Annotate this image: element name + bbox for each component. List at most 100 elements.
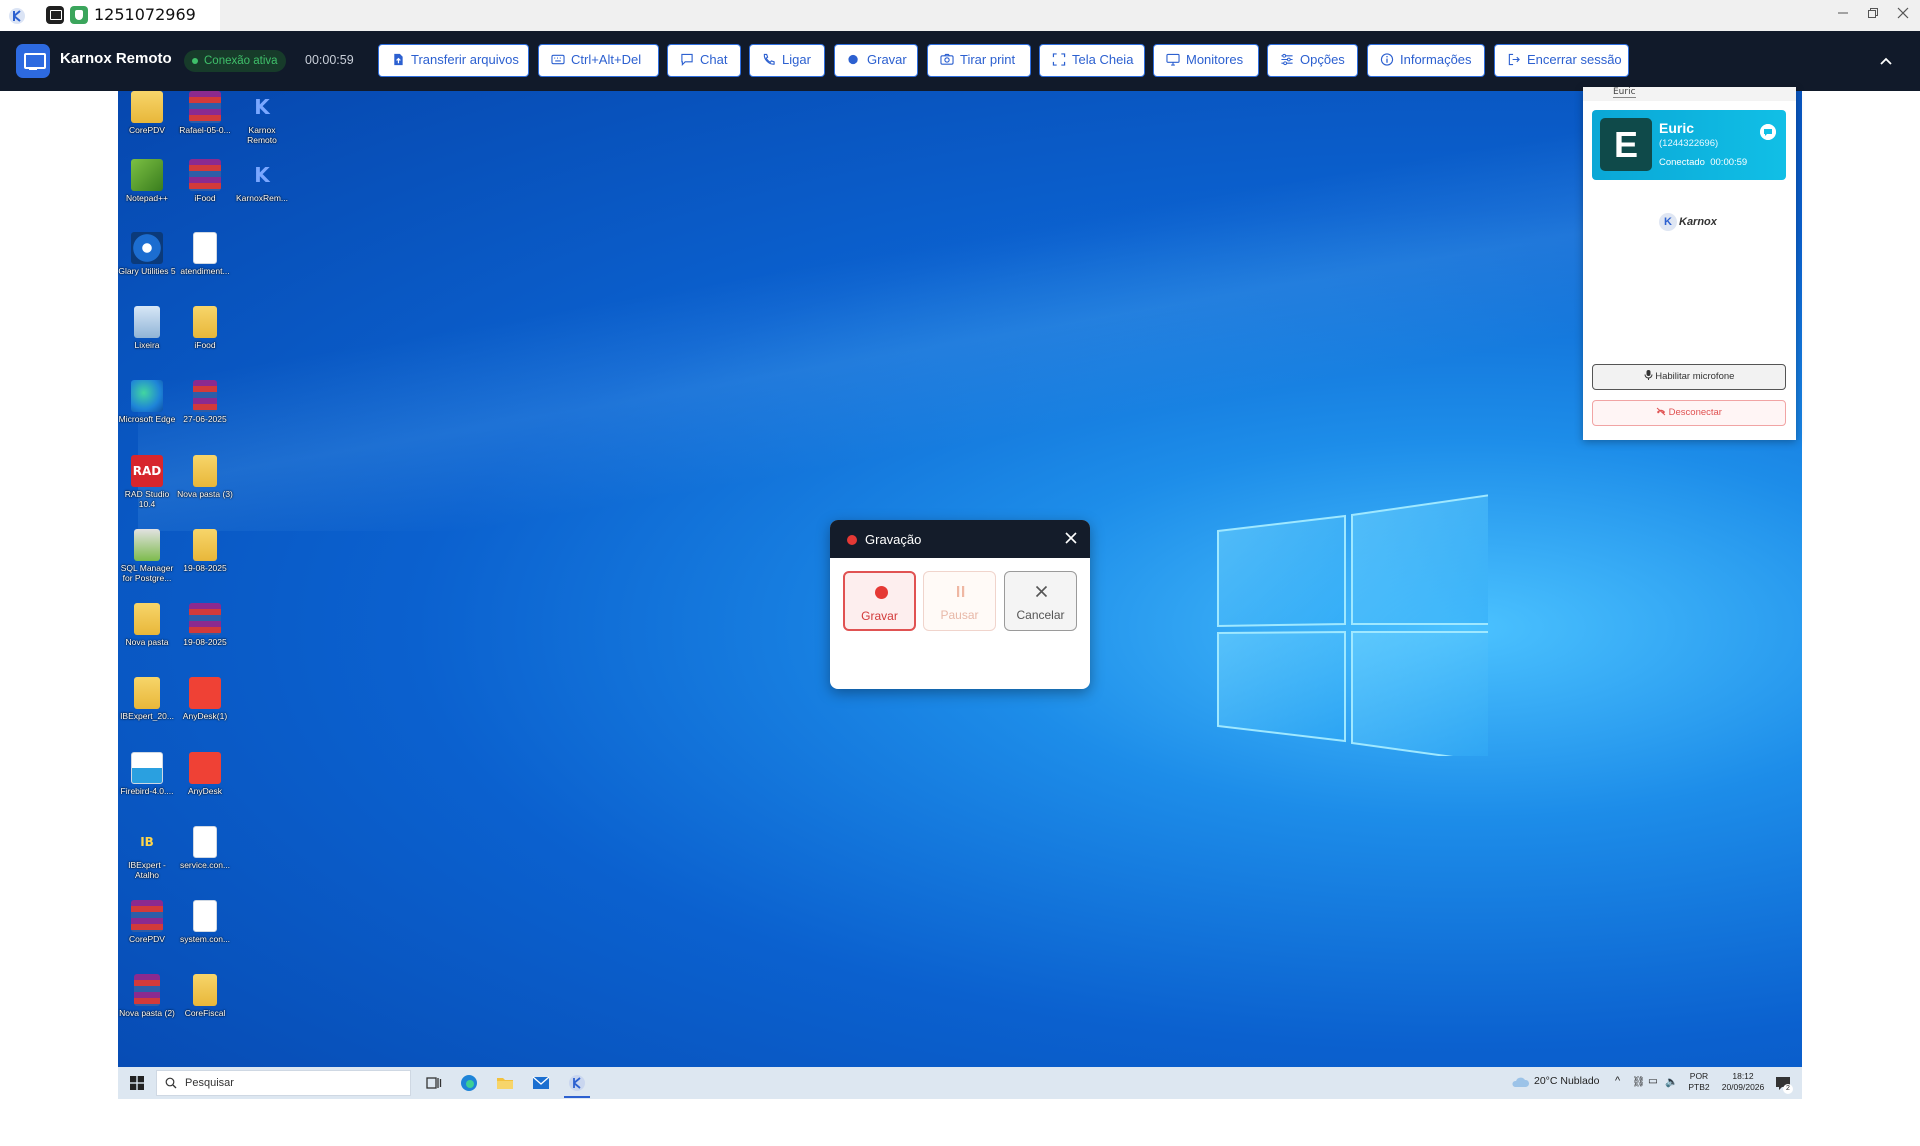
desktop-icon-edge[interactable]: Microsoft Edge <box>118 380 176 424</box>
desktop-icon-service-con[interactable]: service.con... <box>176 826 234 870</box>
file-explorer-icon[interactable] <box>494 1072 516 1094</box>
language-indicator[interactable]: POR PTB2 <box>1684 1071 1714 1093</box>
options-button[interactable]: Opções <box>1267 44 1358 77</box>
cancel-recording-label: Cancelar <box>1016 608 1065 622</box>
desktop-icon-system-con[interactable]: system.con... <box>176 900 234 944</box>
desktop-icon-ifood-folder[interactable]: iFood <box>176 306 234 350</box>
user-status: Conectado 00:00:59 <box>1659 157 1747 168</box>
user-card: E Euric (1244322696) Conectado 00:00:59 <box>1592 110 1786 180</box>
volume-tray-icon[interactable]: 🔈 <box>1665 1075 1678 1088</box>
close-window-button[interactable] <box>1888 0 1918 31</box>
desktop-icon-karnoxrem[interactable]: K KarnoxRem... <box>233 159 291 203</box>
desktop-icon-ibexpert-atalho[interactable]: IB IBExpert - Atalho <box>118 826 176 880</box>
desktop-icon-ifood-rar[interactable]: iFood <box>176 159 234 203</box>
disconnect-button[interactable]: Desconectar <box>1592 400 1786 426</box>
session-tab[interactable]: 1251072969 <box>0 0 220 31</box>
start-recording-button[interactable]: Gravar <box>843 571 916 631</box>
chevron-up-icon[interactable] <box>1876 51 1896 71</box>
language-bottom: PTB2 <box>1688 1082 1710 1092</box>
info-icon <box>1380 53 1394 66</box>
desktop-icon-19-08-folder[interactable]: 19-08-2025 <box>176 529 234 573</box>
desktop-icon-nova-pasta-3[interactable]: Nova pasta (3) <box>176 455 234 499</box>
user-avatar: E <box>1600 118 1652 171</box>
recording-dialog-header: Gravação <box>830 520 1090 558</box>
transfer-files-label: Transferir arquivos <box>411 52 519 67</box>
recycle-bin-icon <box>134 306 160 338</box>
chat-button[interactable]: Chat <box>667 44 741 77</box>
weather-label[interactable]: 20°C Nublado <box>1534 1075 1600 1087</box>
desktop-icon-anydesk[interactable]: AnyDesk <box>176 752 234 796</box>
monitors-button[interactable]: Monitores <box>1153 44 1259 77</box>
desktop-icon-atendimento[interactable]: atendiment... <box>176 232 234 276</box>
remote-screen-icon <box>46 6 64 24</box>
edge-taskbar-icon[interactable] <box>458 1072 480 1094</box>
ctrl-alt-del-button[interactable]: Ctrl+Alt+Del <box>538 44 659 77</box>
folder-icon <box>193 455 217 487</box>
camera-icon <box>940 53 954 65</box>
desktop-icon-anydesk-1[interactable]: AnyDesk(1) <box>176 677 234 721</box>
chevron-up-tray-icon[interactable]: ^ <box>1615 1075 1620 1087</box>
desktop-icon-label: Nova pasta (3) <box>177 489 233 499</box>
fullscreen-button[interactable]: Tela Cheia <box>1039 44 1145 77</box>
end-session-button[interactable]: Encerrar sessão <box>1494 44 1629 77</box>
info-label: Informações <box>1400 52 1472 67</box>
active-app-indicator <box>564 1096 590 1098</box>
desktop-icon-nova-pasta-2[interactable]: Nova pasta (2) <box>118 974 176 1018</box>
record-button[interactable]: Gravar <box>834 44 918 77</box>
ibexpert-icon: IB <box>140 835 154 849</box>
desktop-icon-rafael[interactable]: Rafael-05-0... <box>176 91 234 135</box>
screenshot-button[interactable]: Tirar print <box>927 44 1031 77</box>
x-icon <box>1035 585 1048 598</box>
display-tray-icon[interactable]: ▭ <box>1648 1075 1658 1087</box>
firebird-installer-icon <box>131 752 163 784</box>
logout-icon <box>1508 53 1520 66</box>
transfer-files-button[interactable]: Transferir arquivos <box>378 44 529 77</box>
desktop-icon-lixeira[interactable]: Lixeira <box>118 306 176 350</box>
enable-microphone-label: Habilitar microfone <box>1655 371 1735 382</box>
karnox-taskbar-icon[interactable] <box>566 1072 588 1094</box>
network-tray-icon[interactable]: ⛓ <box>1632 1075 1645 1088</box>
monitor-logo-icon <box>16 44 50 78</box>
language-top: POR <box>1689 1071 1709 1081</box>
desktop-icon-label: Nova pasta <box>125 637 169 647</box>
desktop-icon-corepdv-rar[interactable]: CorePDV <box>118 900 176 944</box>
desktop-icon-label: KarnoxRem... <box>236 193 288 203</box>
winrar-archive-icon <box>193 380 217 412</box>
desktop-icon-nova-pasta[interactable]: Nova pasta <box>118 603 176 647</box>
fullscreen-label: Tela Cheia <box>1072 52 1134 67</box>
enable-microphone-button[interactable]: Habilitar microfone <box>1592 364 1786 390</box>
rad-studio-icon: RAD <box>131 455 163 487</box>
pause-recording-button[interactable]: Pausar <box>923 571 996 631</box>
desktop-icon-karnox-remoto[interactable]: K Karnox Remoto <box>233 91 291 145</box>
task-view-icon[interactable] <box>423 1072 445 1094</box>
minimize-button[interactable] <box>1828 0 1858 31</box>
cancel-recording-button[interactable]: Cancelar <box>1004 571 1077 631</box>
desktop-icon-corefiscal[interactable]: CoreFiscal <box>176 974 234 1018</box>
karnox-icon: K <box>254 163 270 187</box>
desktop-icon-firebird[interactable]: Firebird-4.0.... <box>118 752 176 796</box>
desktop-icon-sqlmanager[interactable]: SQL Manager for Postgre... <box>118 529 176 583</box>
call-button[interactable]: Ligar <box>749 44 825 77</box>
desktop-icon-label: Nova pasta (2) <box>119 1008 175 1018</box>
clock[interactable]: 18:12 20/09/2026 <box>1716 1071 1770 1093</box>
desktop-icon-27-06[interactable]: 27-06-2025 <box>176 380 234 424</box>
mail-icon[interactable] <box>530 1072 552 1094</box>
desktop-icon-rad[interactable]: RAD RAD Studio 10.4 <box>118 455 176 509</box>
restore-button[interactable] <box>1858 0 1888 31</box>
desktop-icon-label: CoreFiscal <box>184 1008 226 1018</box>
desktop-icon-glary[interactable]: Glary Utilities 5 <box>118 232 176 276</box>
desktop-icon-label: 19-08-2025 <box>183 637 227 647</box>
close-dialog-icon[interactable] <box>1064 531 1078 545</box>
chat-bubble-icon[interactable] <box>1760 124 1776 140</box>
recording-dialog-title: Gravação <box>865 532 922 547</box>
info-button[interactable]: Informações <box>1367 44 1485 77</box>
taskbar-search-box[interactable]: Pesquisar <box>156 1070 411 1096</box>
desktop-icon-label: AnyDesk <box>187 786 222 796</box>
windows-start-icon[interactable] <box>130 1076 144 1090</box>
desktop-icon-19-08-rar[interactable]: 19-08-2025 <box>176 603 234 647</box>
folder-icon <box>131 91 163 123</box>
desktop-icon-ibexpert-folder[interactable]: IBExpert_20... <box>118 677 176 721</box>
desktop-icon-corepdv[interactable]: CorePDV <box>118 91 176 135</box>
record-dot-icon <box>848 54 858 65</box>
desktop-icon-notepad[interactable]: Notepad++ <box>118 159 176 203</box>
